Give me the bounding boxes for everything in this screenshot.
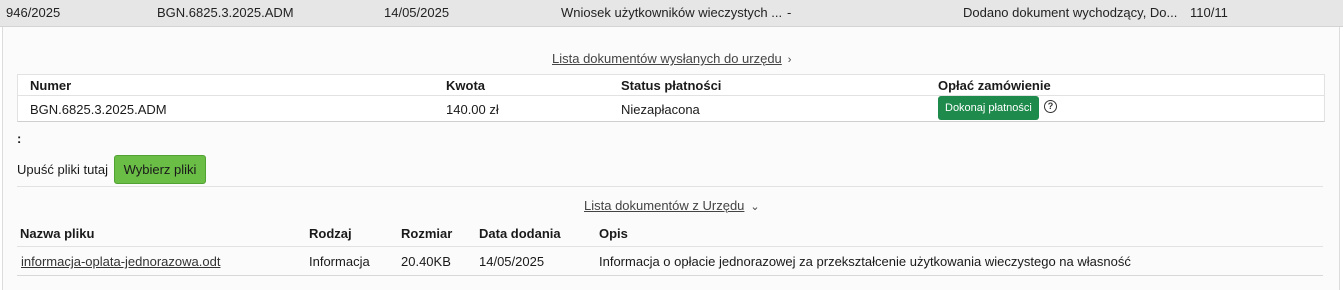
field-label: : bbox=[17, 131, 22, 146]
drop-zone-label[interactable]: Upuść pliki tutaj bbox=[17, 162, 108, 177]
sent-docs-toggle[interactable]: Lista dokumentów wysłanych do urzędu › bbox=[552, 51, 791, 66]
divider bbox=[17, 186, 1323, 187]
payment-amount: 140.00 zł bbox=[446, 102, 499, 117]
col-header-file-name: Nazwa pliku bbox=[20, 226, 95, 241]
document-size: 20.40KB bbox=[401, 254, 451, 269]
documents-header-row: Nazwa pliku Rodzaj Rozmiar Data dodania … bbox=[17, 220, 1323, 247]
payment-status: Niezapłacona bbox=[621, 102, 700, 117]
office-documents-table: Nazwa pliku Rodzaj Rozmiar Data dodania … bbox=[17, 220, 1323, 276]
question-circle-icon[interactable]: ? bbox=[1044, 100, 1057, 113]
choose-files-button[interactable]: Wybierz pliki bbox=[114, 155, 206, 184]
document-type: Informacja bbox=[309, 254, 370, 269]
col-header-pay-order: Opłać zamówienie bbox=[938, 78, 1051, 93]
document-date-added: 14/05/2025 bbox=[479, 254, 545, 269]
col-header-number: Numer bbox=[30, 78, 72, 93]
case-date: 14/05/2025 bbox=[384, 5, 450, 20]
file-download-link[interactable]: informacja-oplata-jednorazowa.odt bbox=[21, 254, 220, 269]
payments-header-row: Numer Kwota Status płatności Opłać zamów… bbox=[18, 75, 1324, 96]
case-dash: - bbox=[787, 5, 792, 20]
document-description: Informacja o opłacie jednorazowej za prz… bbox=[599, 254, 1131, 269]
case-last-event: Dodano dokument wychodzący, Do... bbox=[963, 5, 1178, 20]
office-docs-label: Lista dokumentów z Urzędu bbox=[584, 198, 745, 213]
col-header-amount: Kwota bbox=[446, 78, 485, 93]
chevron-down-icon: ⌄ bbox=[750, 201, 760, 213]
col-header-size: Rozmiar bbox=[401, 226, 453, 241]
col-header-type: Rodzaj bbox=[309, 226, 352, 241]
chevron-right-icon: › bbox=[787, 54, 792, 66]
case-number: 946/2025 bbox=[6, 5, 61, 20]
case-summary-row[interactable]: 946/2025 BGN.6825.3.2025.ADM 14/05/2025 … bbox=[0, 0, 1343, 27]
col-header-date-added: Data dodania bbox=[479, 226, 561, 241]
table-row: informacja-oplata-jednorazowa.odt Inform… bbox=[17, 247, 1323, 276]
make-payment-button[interactable]: Dokonaj płatności bbox=[938, 96, 1039, 120]
payment-number: BGN.6825.3.2025.ADM bbox=[30, 102, 167, 117]
case-subject: Wniosek użytkowników wieczystych ... bbox=[561, 5, 783, 20]
payments-table: Numer Kwota Status płatności Opłać zamów… bbox=[17, 74, 1325, 122]
col-header-description: Opis bbox=[599, 226, 628, 241]
case-counter: 110/11 bbox=[1190, 5, 1228, 20]
office-docs-toggle[interactable]: Lista dokumentów z Urzędu ⌄ bbox=[584, 198, 760, 213]
sent-docs-label: Lista dokumentów wysłanych do urzędu bbox=[552, 51, 782, 66]
case-reference: BGN.6825.3.2025.ADM bbox=[157, 5, 294, 20]
col-header-payment-status: Status płatności bbox=[621, 78, 722, 93]
